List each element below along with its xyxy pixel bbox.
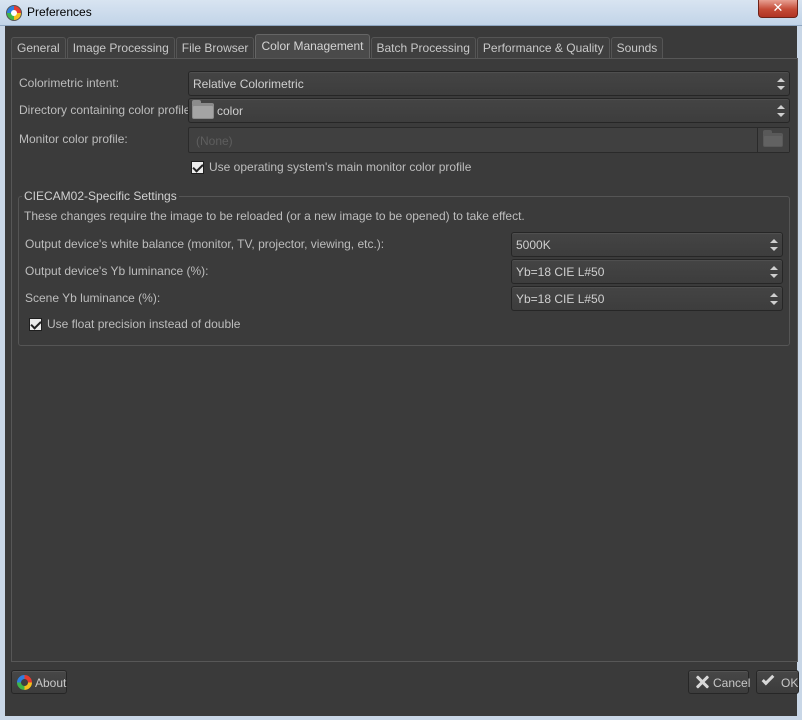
browse-button[interactable] [757, 128, 789, 152]
tab-file-browser[interactable]: File Browser [175, 37, 255, 59]
updown-arrows-icon [777, 77, 785, 91]
app-icon [6, 5, 22, 21]
dir-label: Directory containing color profiles: [19, 103, 200, 117]
tab-bar: General Image Processing File Browser Co… [11, 34, 664, 59]
yb-scene-label: Scene Yb luminance (%): [25, 291, 161, 305]
ok-label: OK [781, 676, 799, 690]
wb-select[interactable]: 5000K [511, 232, 783, 257]
rawtherapee-logo-icon [17, 675, 32, 690]
tab-color-management[interactable]: Color Management [255, 34, 370, 58]
updown-arrows-icon [770, 265, 778, 279]
wb-value: 5000K [516, 238, 551, 252]
monitor-label: Monitor color profile: [19, 132, 128, 146]
title-bar[interactable]: Preferences ✕ [0, 0, 802, 26]
window-title: Preferences [27, 5, 92, 19]
folder-icon [763, 130, 783, 147]
yb-out-select[interactable]: Yb=18 CIE L#50 [511, 259, 783, 284]
about-label: About [35, 676, 67, 690]
ciecam-title: CIECAM02-Specific Settings [22, 189, 179, 203]
dir-select[interactable]: color [188, 98, 790, 123]
tab-image-processing[interactable]: Image Processing [66, 37, 175, 59]
ciecam-note: These changes require the image to be re… [24, 209, 525, 223]
yb-out-label: Output device's Yb luminance (%): [25, 264, 209, 278]
ok-button[interactable]: OK [756, 670, 799, 694]
updown-arrows-icon [770, 292, 778, 306]
cancel-button[interactable]: Cancel [688, 670, 751, 694]
tab-batch-processing[interactable]: Batch Processing [370, 37, 476, 59]
monitor-value: (None) [196, 134, 233, 148]
intent-label: Colorimetric intent: [19, 76, 120, 90]
window-frame-left [0, 26, 5, 720]
tab-performance-quality[interactable]: Performance & Quality [476, 37, 610, 59]
cancel-label: Cancel [713, 676, 751, 690]
updown-arrows-icon [770, 238, 778, 252]
updown-arrows-icon [777, 104, 785, 118]
folder-icon [192, 100, 214, 119]
use-os-checkbox[interactable] [191, 161, 204, 174]
tab-general[interactable]: General [11, 37, 66, 59]
wb-label: Output device's white balance (monitor, … [25, 237, 385, 251]
float-label: Use float precision instead of double [47, 317, 241, 331]
close-button[interactable]: ✕ [758, 0, 798, 18]
yb-scene-select[interactable]: Yb=18 CIE L#50 [511, 286, 783, 311]
float-checkbox[interactable] [29, 318, 42, 331]
dir-value: color [217, 104, 244, 118]
about-button[interactable]: About [11, 670, 67, 694]
yb-out-value: Yb=18 CIE L#50 [516, 265, 605, 279]
intent-select[interactable]: Relative Colorimetric [188, 71, 790, 96]
checkmark-icon [761, 672, 775, 686]
tab-sounds[interactable]: Sounds [610, 37, 664, 59]
intent-value: Relative Colorimetric [193, 77, 304, 91]
use-os-label: Use operating system's main monitor colo… [209, 160, 472, 174]
window-frame-bottom [0, 716, 802, 720]
monitor-profile-field[interactable]: (None) [188, 127, 790, 153]
yb-scene-value: Yb=18 CIE L#50 [516, 292, 605, 306]
close-icon [695, 675, 709, 689]
